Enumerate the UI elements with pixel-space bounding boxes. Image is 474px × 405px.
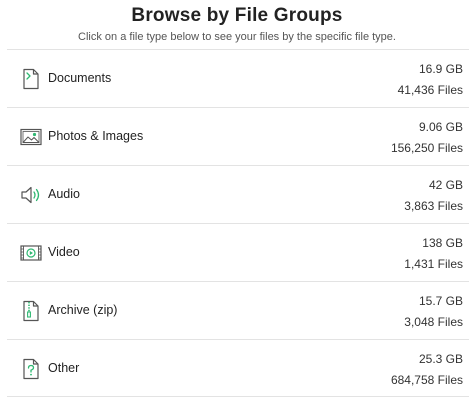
speaker-icon <box>19 183 43 207</box>
file-groups-page: Browse by File Groups Click on a file ty… <box>0 0 474 405</box>
file-group-label: Documents <box>48 71 112 85</box>
file-group-label: Photos & Images <box>48 129 144 143</box>
file-group-label: Archive (zip) <box>48 303 118 317</box>
file-group-count: 156,250 Files <box>390 141 463 155</box>
file-group-row-other[interactable]: Other 25.3 GB 684,758 Files <box>7 339 469 397</box>
file-group-row-archive[interactable]: Archive (zip) 15.7 GB 3,048 Files <box>7 281 469 339</box>
file-group-count: 1,431 Files <box>404 257 463 271</box>
file-group-size: 25.3 GB <box>418 352 463 366</box>
page-title: Browse by File Groups <box>131 5 343 26</box>
file-group-row-documents[interactable]: Documents 16.9 GB 41,436 Files <box>7 49 469 107</box>
file-group-list: Documents 16.9 GB 41,436 Files Photos & … <box>7 49 469 397</box>
question-file-icon <box>19 357 43 381</box>
file-group-count: 41,436 Files <box>397 83 463 97</box>
file-group-size: 9.06 GB <box>418 120 463 134</box>
file-group-row-audio[interactable]: Audio 42 GB 3,863 Files <box>7 165 469 223</box>
page-header: Browse by File Groups Click on a file ty… <box>0 0 474 44</box>
image-icon <box>19 125 43 149</box>
file-group-size: 138 GB <box>422 236 463 250</box>
file-group-size: 16.9 GB <box>418 62 463 76</box>
file-group-row-video[interactable]: Video 138 GB 1,431 Files <box>7 223 469 281</box>
file-group-row-photos-images[interactable]: Photos & Images 9.06 GB 156,250 Files <box>7 107 469 165</box>
file-group-label: Audio <box>48 187 80 201</box>
file-group-count: 684,758 Files <box>390 373 463 387</box>
video-icon <box>19 241 43 265</box>
page-subtitle: Click on a file type below to see your f… <box>78 31 396 43</box>
file-group-label: Other <box>48 361 80 375</box>
file-group-count: 3,863 Files <box>404 199 463 213</box>
zip-archive-icon <box>19 299 43 323</box>
file-group-count: 3,048 Files <box>404 315 463 329</box>
file-group-size: 15.7 GB <box>418 294 463 308</box>
file-group-label: Video <box>48 245 80 259</box>
file-group-size: 42 GB <box>428 178 463 192</box>
document-icon <box>19 67 43 91</box>
